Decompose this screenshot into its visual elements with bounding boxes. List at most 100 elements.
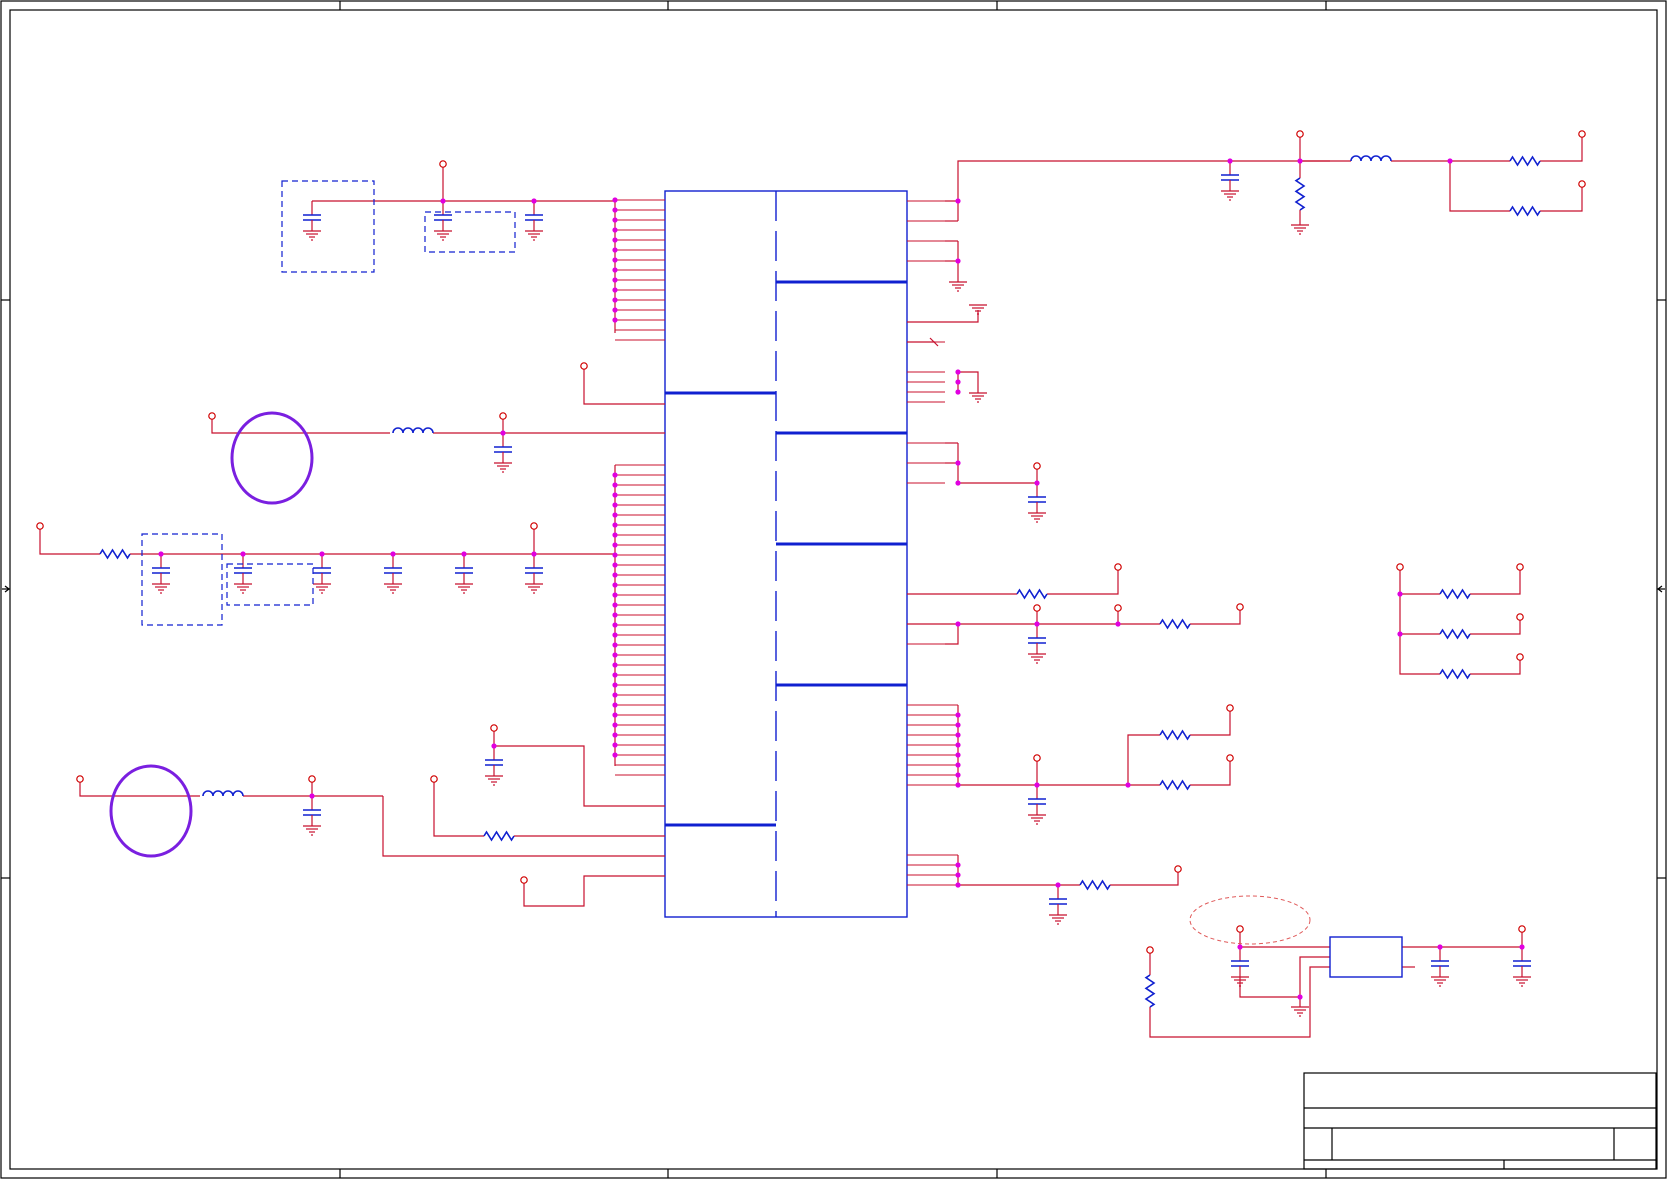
junction-dot xyxy=(955,782,961,788)
wire xyxy=(433,782,484,837)
junction-dot xyxy=(240,551,246,557)
junction-dot xyxy=(612,602,618,608)
junction-dot xyxy=(612,732,618,738)
net-port xyxy=(430,775,438,783)
junction-dot xyxy=(955,712,961,718)
resistor xyxy=(483,830,515,842)
junction-dot xyxy=(955,460,961,466)
highlight-rings xyxy=(109,411,1311,945)
net-port xyxy=(1033,604,1041,612)
wires xyxy=(39,137,1583,1038)
wire xyxy=(1110,872,1179,886)
net-port xyxy=(1226,754,1234,762)
junction-dot xyxy=(1125,782,1131,788)
wire xyxy=(1470,570,1521,595)
junction-dot xyxy=(612,492,618,498)
junction-dot xyxy=(955,258,961,264)
junction-dot xyxy=(1227,158,1233,164)
junction-dot xyxy=(390,551,396,557)
net-port xyxy=(1114,563,1122,571)
junction-dot xyxy=(1034,782,1040,788)
net-port xyxy=(1236,603,1244,611)
junction-dot xyxy=(955,621,961,627)
junction-dot xyxy=(612,237,618,243)
junction-dot xyxy=(1237,944,1243,950)
junction-dot xyxy=(612,552,618,558)
net-port xyxy=(1516,653,1524,661)
net-port xyxy=(580,362,588,370)
wire xyxy=(1470,660,1521,675)
net-port xyxy=(520,876,528,884)
regulator-ic xyxy=(1329,936,1403,978)
resistor xyxy=(99,548,131,560)
wire xyxy=(1470,620,1521,635)
junction-dot xyxy=(1447,158,1453,164)
junction-dot xyxy=(955,752,961,758)
wire xyxy=(1127,734,1160,785)
junction-dot xyxy=(612,532,618,538)
junction-dot xyxy=(612,632,618,638)
net-port xyxy=(1518,925,1526,933)
wire xyxy=(958,371,979,393)
resistor xyxy=(1509,205,1541,217)
junction-dot xyxy=(612,562,618,568)
net-port xyxy=(36,522,44,530)
junction-dot xyxy=(612,542,618,548)
net-port xyxy=(1114,604,1122,612)
junction-dot xyxy=(1519,944,1525,950)
net-port xyxy=(1578,130,1586,138)
junction-dot xyxy=(612,317,618,323)
net-port xyxy=(1578,180,1586,188)
main-ic xyxy=(664,190,908,918)
junction-dot xyxy=(531,551,537,557)
junction-dot xyxy=(500,430,506,436)
schematic-canvas xyxy=(0,0,1667,1179)
junction-dot xyxy=(1397,631,1403,637)
net-port xyxy=(1396,563,1404,571)
junction-dot xyxy=(440,198,446,204)
junction-dot xyxy=(955,369,961,375)
junction-dot xyxy=(612,642,618,648)
wire xyxy=(1449,161,1510,212)
junction-dot xyxy=(612,267,618,273)
junction-dot xyxy=(612,572,618,578)
resistor xyxy=(1159,618,1191,630)
junction-dot xyxy=(955,772,961,778)
resistor xyxy=(1509,155,1541,167)
junction-dot xyxy=(612,662,618,668)
junction-dot xyxy=(1034,621,1040,627)
resistor xyxy=(1016,588,1048,600)
junction-dot xyxy=(612,692,618,698)
resistor xyxy=(1159,779,1191,791)
junction-dot xyxy=(612,522,618,528)
junction-dot xyxy=(612,502,618,508)
resistor xyxy=(1294,177,1306,211)
inductor xyxy=(1350,155,1392,162)
wire xyxy=(382,796,665,857)
net-port xyxy=(1146,946,1154,954)
junction-dot xyxy=(955,862,961,868)
junction-dot xyxy=(491,743,497,749)
net-port xyxy=(1236,925,1244,933)
junction-dot xyxy=(612,622,618,628)
junction-dot xyxy=(1034,480,1040,486)
junction-dot xyxy=(1437,944,1443,950)
junction-dot xyxy=(612,482,618,488)
junction-dot xyxy=(612,247,618,253)
wire xyxy=(1190,761,1231,786)
net-port xyxy=(1296,130,1304,138)
wire xyxy=(1540,137,1583,162)
wire xyxy=(1190,610,1241,625)
junction-dot xyxy=(955,762,961,768)
junction-dot xyxy=(955,389,961,395)
junction-dot xyxy=(612,742,618,748)
wire xyxy=(945,624,959,645)
junction-dot xyxy=(955,198,961,204)
junction-dot xyxy=(309,793,315,799)
net-port xyxy=(1516,563,1524,571)
junction-dot xyxy=(612,712,618,718)
wire xyxy=(1399,570,1440,675)
net-port xyxy=(1033,754,1041,762)
junction-dot xyxy=(531,198,537,204)
junction-dot xyxy=(612,612,618,618)
